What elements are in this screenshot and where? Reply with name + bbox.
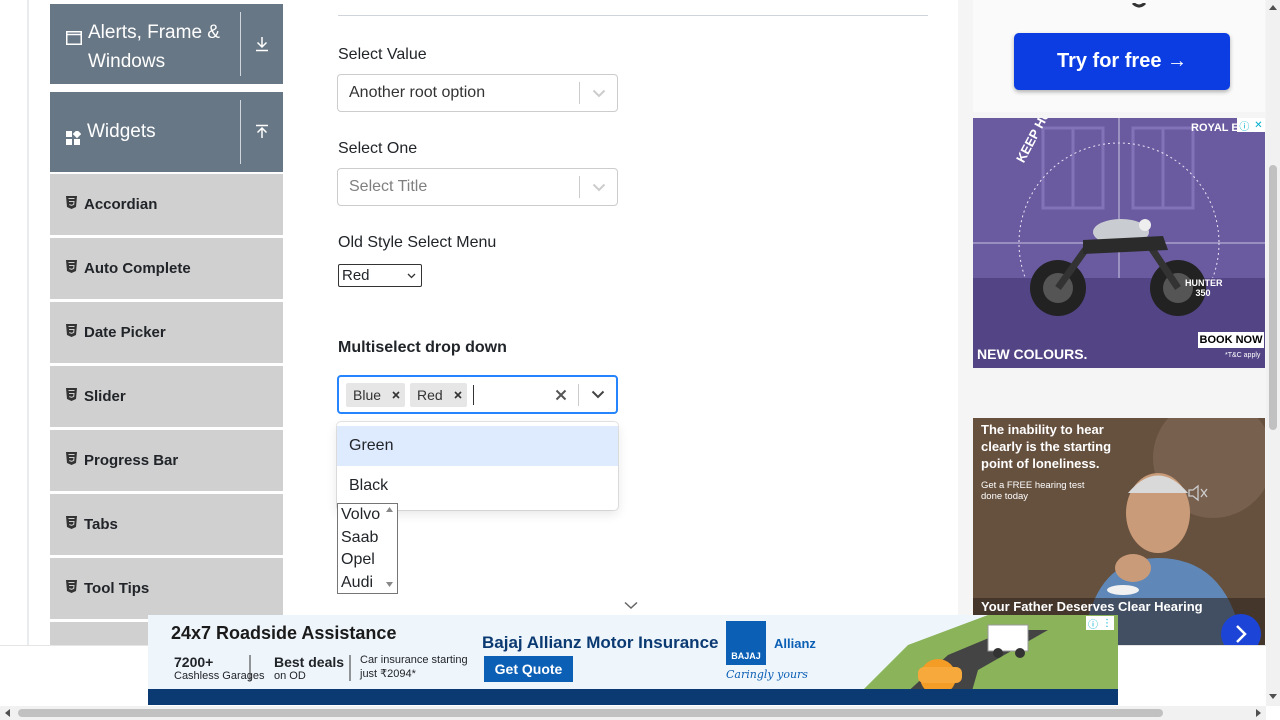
banner-stat1-sub: Cashless Garages: [174, 670, 265, 682]
html5-icon: [66, 515, 77, 529]
multiselect-menu: Green Black: [337, 422, 618, 510]
sidebar-item-accordian[interactable]: Accordian: [50, 173, 283, 235]
select-value-current: Another root option: [349, 84, 486, 101]
moto-cta[interactable]: BOOK NOW: [1198, 332, 1264, 348]
sidebar-item-label: Progress Bar: [84, 452, 179, 469]
widgets-icon: [66, 125, 82, 154]
select-one-dropdown[interactable]: Select Title: [337, 168, 618, 206]
collapse-icon[interactable]: [241, 92, 283, 172]
old-style-value: Red: [342, 267, 370, 284]
chip-label: Red: [417, 386, 443, 403]
text-caret[interactable]: [472, 384, 474, 405]
ad-hearing[interactable]: The inability to hear clearly is the sta…: [973, 418, 1265, 645]
sidebar-item-tabs[interactable]: Tabs: [50, 493, 283, 555]
banner-stat2: Best deals: [274, 654, 345, 670]
multiselect-dropdown[interactable]: Blue Red: [337, 375, 618, 414]
ad-info-icon[interactable]: ⓘ ⋮: [1086, 616, 1114, 631]
chevron-down-icon[interactable]: [579, 390, 616, 399]
chevron-down-icon: [407, 273, 416, 278]
banner-logo-bajaj: BAJAJ: [731, 651, 761, 661]
section-rule: [338, 15, 928, 16]
info-icon: ⓘ: [1239, 121, 1250, 133]
moto-tc: *T&C apply: [1225, 352, 1261, 359]
banner-headline: 24x7 Roadside Assistance: [171, 623, 397, 643]
more-icon: ⋮: [1102, 617, 1112, 629]
clear-icon[interactable]: [544, 389, 578, 401]
banner-stat1: 7200+: [174, 654, 214, 670]
ad-info-icon[interactable]: ⓘ ✕: [1237, 118, 1265, 133]
select-value-dropdown[interactable]: Another root option: [337, 74, 618, 112]
gutter-line: [27, 0, 29, 645]
try-for-free-button[interactable]: Try for free →: [1014, 33, 1230, 90]
option-black[interactable]: Black: [337, 466, 618, 506]
cars-listbox[interactable]: Volvo Saab Opel Audi: [337, 503, 398, 594]
info-icon: ⓘ: [1088, 619, 1098, 631]
banner-logo-allianz: Allianz: [774, 636, 816, 651]
group-header-left: Widgets: [50, 92, 240, 172]
hearing-footer: Your Father Deserves Clear Hearing: [981, 599, 1203, 614]
old-style-label: Old Style Select Menu: [338, 234, 497, 251]
chevron-down-icon[interactable]: [580, 183, 617, 192]
html5-icon: [66, 323, 77, 337]
sidebar-group-widgets-label: Widgets: [87, 121, 156, 142]
html5-icon: [66, 195, 77, 209]
expand-icon[interactable]: [241, 4, 283, 84]
sidebar-item-tool-tips[interactable]: Tool Tips: [50, 557, 283, 619]
banner-ad[interactable]: 24x7 Roadside Assistance 7200+ Cashless …: [148, 615, 1118, 705]
select-value-label: Select Value: [338, 46, 427, 63]
sidebar-item-label: Date Picker: [84, 324, 166, 341]
banner-slogan: Caringly yours: [726, 668, 808, 681]
sidebar-item-label: Tabs: [84, 516, 118, 533]
close-icon: ✕: [1254, 119, 1263, 131]
sidebar-group-alerts-label: Alerts, Frame & Windows: [88, 22, 220, 72]
vertical-scroll-thumb[interactable]: [1269, 165, 1277, 430]
sidebar-group-widgets[interactable]: Widgets: [50, 92, 283, 172]
chevron-down-icon: [624, 601, 638, 610]
banner-brand: Bajaj Allianz Motor Insurance: [482, 633, 719, 652]
horizontal-scroll-thumb[interactable]: [18, 709, 1163, 717]
group-header-left: Alerts, Frame & Windows: [50, 4, 240, 84]
sidebar-item-label: Auto Complete: [84, 260, 191, 277]
sidebar-item-label: Tool Tips: [84, 580, 150, 597]
html5-icon: [66, 451, 77, 465]
sidebar-group-alerts[interactable]: Alerts, Frame & Windows: [50, 4, 283, 84]
chip-blue: Blue: [346, 382, 406, 407]
get-quote-button[interactable]: Get Quote: [484, 656, 573, 682]
sidebar-item-slider[interactable]: Slider: [50, 365, 283, 427]
listbox-scrollbar[interactable]: [382, 504, 397, 593]
banner-stat3: Car insurance starting just ₹2094*: [360, 654, 468, 680]
sidebar-item-auto-complete[interactable]: Auto Complete: [50, 237, 283, 299]
sidebar-item-date-picker[interactable]: Date Picker: [50, 301, 283, 363]
ad-partial-text: [1131, 1, 1147, 8]
muted-speaker-icon[interactable]: [1187, 484, 1209, 502]
select-one-label: Select One: [338, 140, 418, 157]
chip-red: Red: [410, 382, 467, 407]
chevron-down-icon[interactable]: [580, 89, 617, 98]
hearing-headline: The inability to hear clearly is the sta…: [981, 422, 1112, 471]
window-icon: [66, 25, 82, 54]
moto-colours: NEW COLOURS.: [977, 346, 1088, 362]
moto-model: HUNTER 350: [1185, 278, 1223, 298]
remove-chip-icon[interactable]: [387, 383, 405, 407]
sidebar-item-label: Slider: [84, 388, 126, 405]
option-green[interactable]: Green: [337, 426, 618, 466]
chip-label: Blue: [353, 386, 382, 403]
hearing-subline: Get a FREE hearing test done today: [981, 480, 1085, 502]
html5-icon: [66, 387, 77, 401]
html5-icon: [66, 259, 77, 273]
select-one-placeholder: Select Title: [349, 178, 428, 195]
old-style-select[interactable]: Red: [338, 264, 422, 287]
page: Alerts, Frame & Windows Widgets Accordia…: [0, 0, 1280, 720]
remove-chip-icon[interactable]: [449, 383, 467, 407]
html5-icon: [66, 579, 77, 593]
sidebar-item-progress-bar[interactable]: Progress Bar: [50, 429, 283, 491]
ad-motorcycle[interactable]: ROYAL EN KEEP HUNTING HUNTER 350 NEW COL…: [973, 118, 1265, 368]
multiselect-label: Multiselect drop down: [338, 339, 507, 356]
sidebar-item-label: Accordian: [84, 196, 158, 213]
banner-stat2-sub: on OD: [274, 670, 306, 682]
